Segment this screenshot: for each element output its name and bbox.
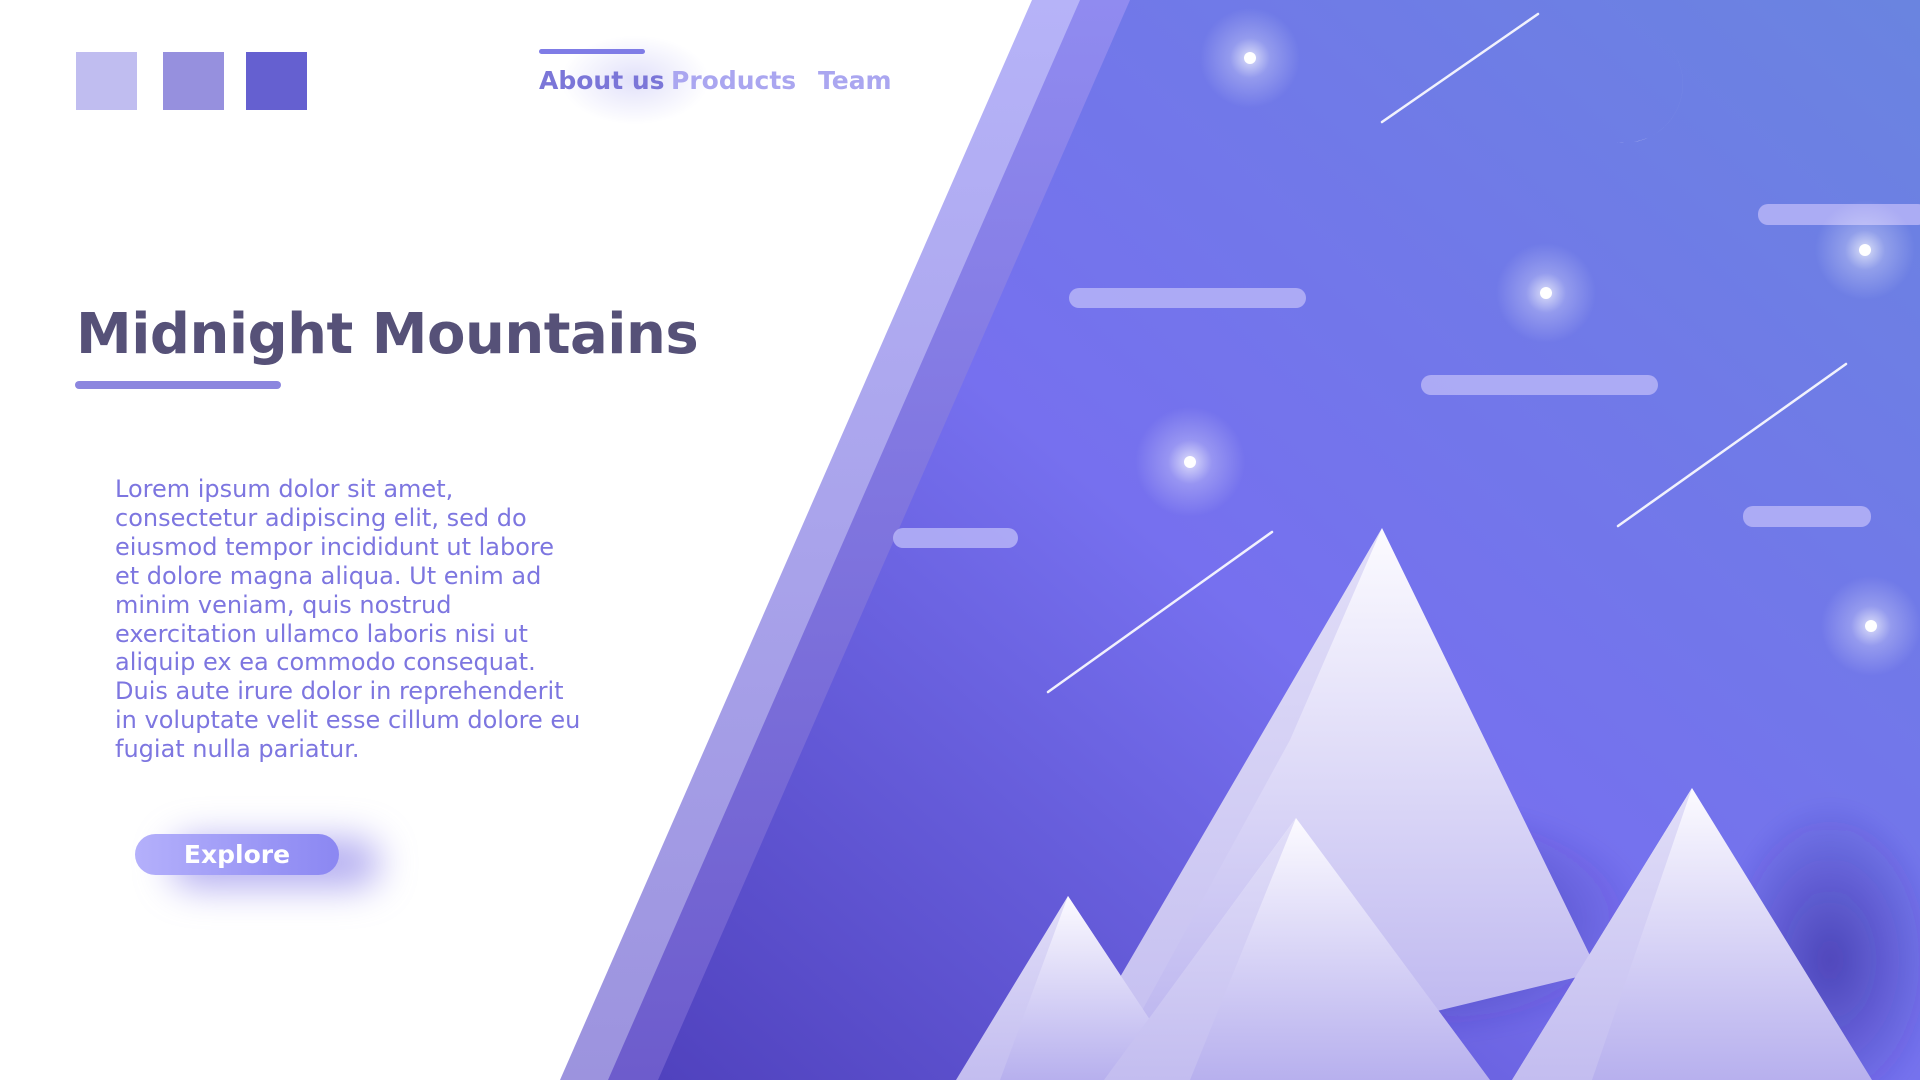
page-title: Midnight Mountains [76,302,699,367]
explore-button[interactable]: Explore [135,834,339,875]
brand-swatch-light [76,52,137,110]
brand-swatch-dark [246,52,307,110]
nav-item-team[interactable]: Team [818,66,892,96]
nav-active-indicator [539,49,645,54]
nav-item-products[interactable]: Products [671,66,796,96]
brand-swatch-medium [163,52,224,110]
nav-item-about-us[interactable]: About us [539,66,665,96]
title-underline [75,381,281,389]
hero-description: Lorem ipsum dolor sit amet, consectetur … [115,475,581,764]
